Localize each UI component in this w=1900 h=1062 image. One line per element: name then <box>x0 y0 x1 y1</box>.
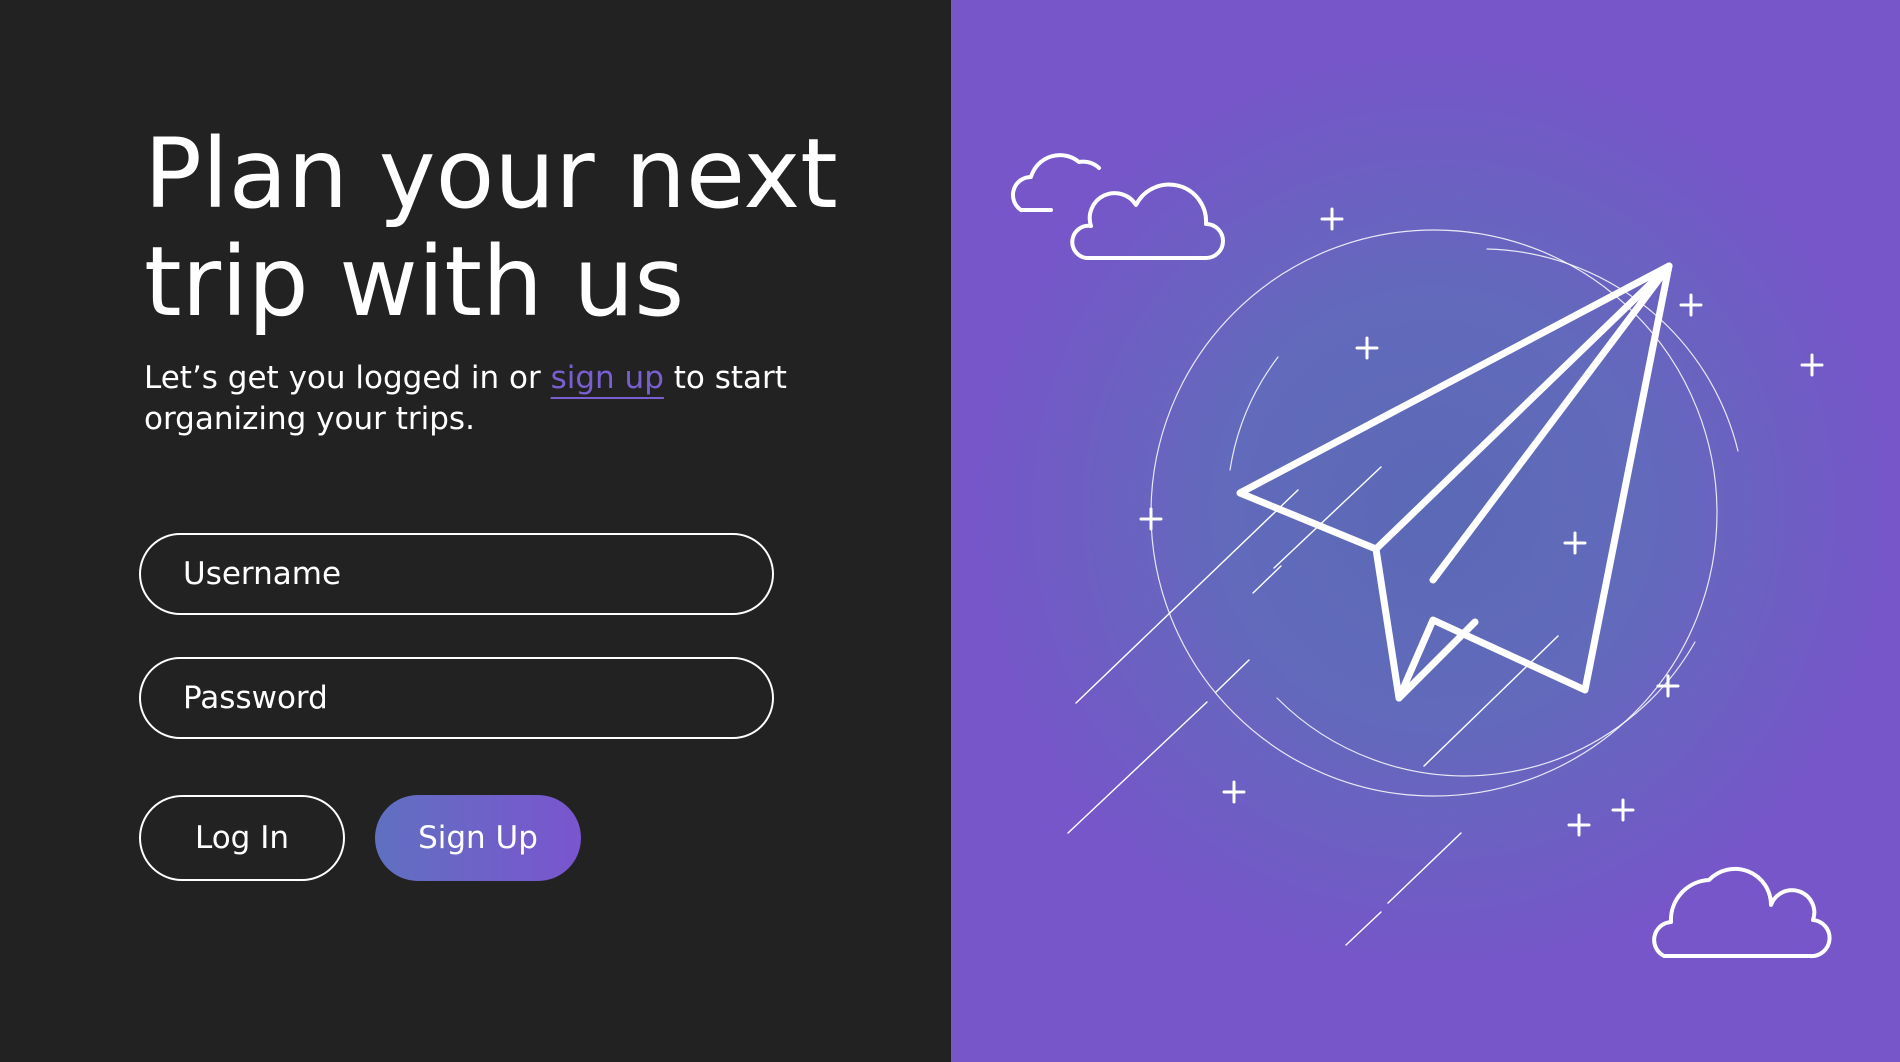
page-subtitle: Let’s get you logged in or sign up to st… <box>144 358 824 440</box>
subtitle-text-before: Let’s get you logged in or <box>144 360 551 396</box>
sign-up-label: Sign Up <box>418 820 538 856</box>
log-in-label: Log In <box>194 820 289 856</box>
username-input[interactable] <box>139 533 774 615</box>
speed-lines <box>1067 466 1559 946</box>
orbit-arc-top <box>1486 248 1739 452</box>
orbit-arc-bottom <box>1276 641 1696 777</box>
login-page: Plan your next trip with us Let’s get yo… <box>0 0 1900 1062</box>
password-input[interactable] <box>139 657 774 739</box>
cloud-icon <box>1652 866 1832 959</box>
page-title: Plan your next trip with us <box>144 120 838 336</box>
page-title-line-2: trip with us <box>144 226 685 338</box>
sign-up-button[interactable]: Sign Up <box>375 795 581 881</box>
login-panel: Plan your next trip with us Let’s get yo… <box>0 0 951 1062</box>
cloud-icon <box>1010 153 1225 260</box>
log-in-button[interactable]: Log In <box>139 795 345 881</box>
sparkle-icon <box>1139 207 1824 837</box>
orbit-arc-left <box>1229 356 1279 471</box>
page-title-line-1: Plan your next <box>144 118 838 230</box>
sign-up-link[interactable]: sign up <box>551 360 664 396</box>
illustration-panel <box>951 0 1900 1062</box>
travel-illustration <box>1010 153 1832 959</box>
paper-plane-icon <box>1236 262 1673 702</box>
